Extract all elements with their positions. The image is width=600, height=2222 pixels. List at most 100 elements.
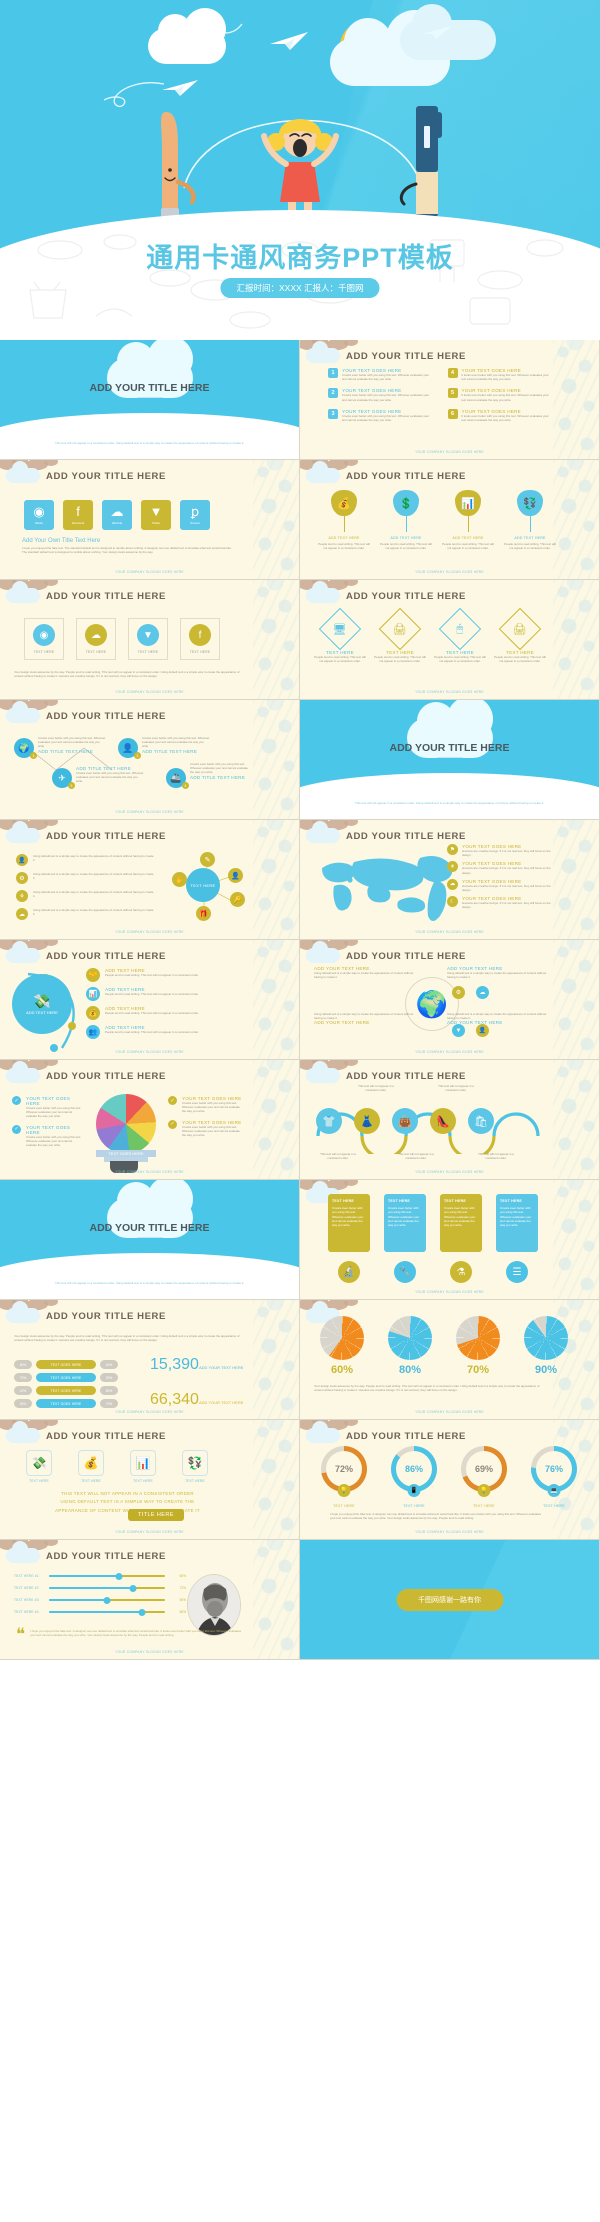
slider-knob[interactable] [103, 1596, 111, 1604]
slide-footer: YOUR COMPANY SLOGAN GOES HERE [115, 1050, 184, 1054]
icon-card[interactable]: ◉ TEXT HERE [24, 618, 64, 660]
item-body: People tend to read writing. This text w… [105, 1011, 199, 1015]
social-tile[interactable]: ◉ Weibo [24, 500, 54, 530]
social-tile[interactable]: ☁ WeChat [102, 500, 132, 530]
hub-node: TEXT HERE [186, 868, 220, 902]
bar-chart-icon: 📊 [130, 1450, 156, 1476]
slider-knob[interactable] [129, 1584, 137, 1592]
slider-rows: TEXT HERE #1 60% TEXT HERE #2 72% TEXT H… [14, 1572, 186, 1622]
title-underline [136, 1237, 163, 1238]
slide-thumb-3[interactable]: ADD YOUR TITLE HERE ◉ Weibo f Facebook ☁ We… [0, 460, 300, 580]
slide-thumb-5[interactable]: ADD YOUR TITLE HERE ◉ TEXT HERE ☁ TEXT HER… [0, 580, 300, 700]
slide-thumb-17[interactable]: ADD YOUR TITLE HERE Your design looks aw… [0, 1300, 300, 1420]
cloud-icon: ☁ [447, 878, 458, 890]
quad-badge-icon: ☁ [476, 986, 489, 999]
gauge-label: TEXT HERE [473, 1504, 495, 1508]
list-item: ☾ YOUR TEXT GOES HERE Humans are creative … [447, 896, 555, 909]
social-tile[interactable]: ▼ Twitter [141, 500, 171, 530]
slide-thumb-11[interactable]: ADD YOUR TITLE HERE 💸 ADD TEXT HERE 🤝 ADD… [0, 940, 300, 1060]
pin-body: People tend to read writing. This text w… [504, 542, 556, 551]
number-badge: 3 [328, 408, 338, 419]
slide-thumb-12[interactable]: ADD YOUR TITLE HERE 🌍 ⚙ ☁ ▼ 👤 ADD YOUR T… [300, 940, 600, 1060]
slide-thumb-19[interactable]: ADD YOUR TITLE HERE 💸 TEXT HERE 💰 TEXT HER… [0, 1420, 300, 1540]
step-caption: This text will not appear in a consisten… [320, 1152, 356, 1161]
icon-card[interactable]: ☁ TEXT HERE [76, 618, 116, 660]
slide-thumb-13[interactable]: ADD YOUR TITLE HERE ✓ YOUR TEXT GOES HERE… [0, 1060, 300, 1180]
check-icon: ✓ [168, 1119, 177, 1129]
speech-box: TEXT HERE It looks even better with you u… [496, 1194, 538, 1252]
pie-chart [388, 1316, 432, 1360]
node-head: ADD TITLE TEXT HERE [190, 774, 246, 780]
left-value: 30% [14, 1399, 32, 1408]
pin-stem [344, 516, 345, 532]
metric-value: 66,340ADD YOUR TEXT HERE [150, 1391, 243, 1412]
slider-value: 50% [179, 1598, 186, 1602]
icon-card[interactable]: ▼ TEXT HERE [128, 618, 168, 660]
slide-thumb-16[interactable]: TEXT HERE It looks even better with you u… [300, 1180, 600, 1300]
slide-footer: YOUR COMPANY SLOGAN GOES HERE [115, 810, 184, 814]
slide-thumb-4[interactable]: ADD YOUR TITLE HERE 💰 ADD TEXT HERE Peop… [300, 460, 600, 580]
wave-steps: 👕 👗 👜 👠 🛍 [316, 1108, 494, 1134]
node-body: It looks even better with you using this… [38, 736, 106, 749]
list-item: ✓ YOUR TEXT GOES HERE It looks even better… [168, 1119, 244, 1138]
slide-thumb-14[interactable]: ADD YOUR TITLE HERE 👕 👗 👜 👠 🛍 This text … [300, 1060, 600, 1180]
monitor-icon: 🖥 [318, 607, 362, 651]
icon-card[interactable]: f TEXT HERE [180, 618, 220, 660]
chart-icon: 📊 [455, 490, 481, 516]
slide-thumb-2[interactable]: ADD YOUR TITLE HERE 1 YOUR TEXT GOES HERE… [300, 340, 600, 460]
slide-thumb-10[interactable]: ADD YOUR TITLE HERE ⚑ YOUR TEXT GOES HERE… [300, 820, 600, 940]
cta-line: THIS TEXT WILL NOT APPEAR IN A CONSISTEN… [61, 1491, 194, 1496]
slider-track[interactable] [49, 1572, 165, 1580]
slide-thumb-15[interactable]: ADD YOUR TITLE HERE This text will not a… [0, 1180, 300, 1300]
slide-thumb-8[interactable]: ADD YOUR TITLE HERE This text will not a… [300, 700, 600, 820]
pie-chart [320, 1316, 364, 1360]
step-number: 4 [182, 782, 189, 789]
slide-thumb-20[interactable]: ADD YOUR TITLE HERE 72% 💡 TEXT HERE 86% … [300, 1420, 600, 1540]
slider-track[interactable] [49, 1608, 165, 1616]
item-body: It looks even better with you using this… [26, 1134, 82, 1148]
slide-grid: ADD YOUR TITLE HERE This text will not a… [0, 340, 600, 1660]
node-head: ADD TITLE TEXT HERE [142, 748, 198, 754]
bulb-icon: 💡 [477, 1484, 491, 1497]
cover-subtitle: 汇报时间：XXXX 汇报人：千图网 [220, 278, 380, 298]
money-bag-icon: 💰 [78, 1450, 104, 1476]
subhead: Add Your Own Title Text Here [22, 538, 101, 544]
slide-thumb-7[interactable]: ADD YOUR TITLE HERE 🌍 1 It looks even be… [0, 700, 300, 820]
number-badge: 2 [328, 388, 338, 399]
slide-thumb-6[interactable]: ADD YOUR TITLE HERE 🖥 TEXT HERE People ten… [300, 580, 600, 700]
slider-row[interactable]: TEXT HERE #2 72% [14, 1584, 186, 1592]
lace-border [553, 580, 599, 699]
check-icon: ✓ [12, 1096, 21, 1105]
item-body: People tend to read writing. This text w… [434, 655, 486, 664]
cloud-icon: ☁ [16, 908, 28, 920]
slide-thumb-21[interactable]: ADD YOUR TITLE HERE TEXT HERE #1 60% TEX… [0, 1540, 300, 1660]
phone-icon: 📱 [407, 1484, 421, 1497]
gauge-label: TEXT HERE [333, 1504, 355, 1508]
slide-thumb-1[interactable]: ADD YOUR TITLE HERE This text will not a… [0, 340, 300, 460]
diamond-item: 🖱 TEXT HERE People tend to read writing. T… [434, 607, 486, 664]
slider-knob[interactable] [138, 1608, 146, 1616]
slide-thumb-18[interactable]: 60% 80% 70% 90% Your design looks awesom… [300, 1300, 600, 1420]
slider-track[interactable] [49, 1596, 165, 1604]
slide-thumb-22[interactable]: 千图网感谢一路有你 [300, 1540, 600, 1660]
swirl-trail-icon [103, 82, 165, 108]
slider-knob[interactable] [115, 1572, 123, 1580]
slider-row[interactable]: TEXT HERE #3 50% [14, 1596, 186, 1604]
cta-button[interactable]: TITLE HERE [128, 1509, 184, 1521]
item-body: People tend to read writing. This text w… [105, 1030, 199, 1034]
numbered-list: 1 YOUR TEXT GOES HERE It looks even better… [328, 368, 553, 422]
world-map-icon [322, 856, 453, 921]
social-tile[interactable]: f Facebook [63, 500, 93, 530]
item-body: It looks even better with you using this… [461, 373, 549, 382]
lace-border [553, 820, 599, 939]
quote-text: I hope you enjoyed the fake text. A desi… [30, 1629, 242, 1638]
slide-thumb-9[interactable]: ADD YOUR TITLE HERE 👤 Using default text … [0, 820, 300, 940]
item-head: YOUR TEXT GOES HERE [26, 1096, 71, 1106]
slider-row[interactable]: TEXT HERE #4 80% [14, 1608, 186, 1616]
slider-row[interactable]: TEXT HERE #1 60% [14, 1572, 186, 1580]
pin-head: ADD TEXT HERE [390, 536, 422, 540]
slider-track[interactable] [49, 1584, 165, 1592]
social-tile[interactable]: ꝑ Tencent [180, 500, 210, 530]
item-body: People tend to read writing. This text w… [105, 992, 199, 996]
body-text: I hope you enjoyed the fake text. The st… [22, 546, 232, 555]
